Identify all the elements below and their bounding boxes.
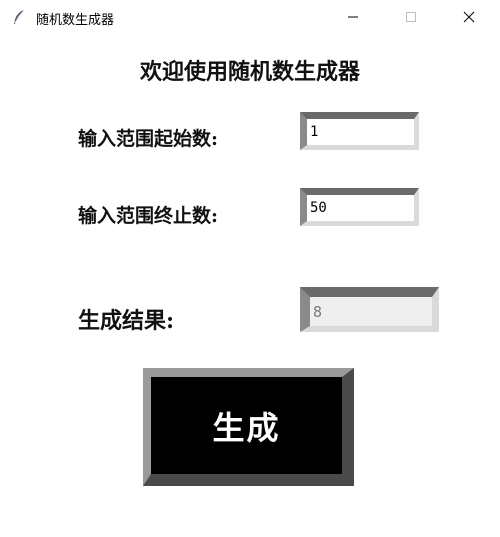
end-number-input[interactable] xyxy=(307,195,414,221)
result-label: 生成结果: xyxy=(78,308,175,334)
result-field-frame xyxy=(300,287,439,332)
close-button[interactable] xyxy=(446,0,492,34)
maximize-button[interactable] xyxy=(388,0,434,34)
page-title: 欢迎使用随机数生成器 xyxy=(139,59,360,85)
start-number-field-frame xyxy=(300,112,419,150)
start-number-input[interactable] xyxy=(307,119,414,145)
end-number-field-frame xyxy=(300,188,419,226)
end-number-label: 输入范围终止数: xyxy=(78,205,219,227)
maximize-icon xyxy=(406,12,416,22)
window-title: 随机数生成器 xyxy=(36,13,115,28)
close-icon xyxy=(463,11,475,23)
title-bar: 随机数生成器 xyxy=(0,0,500,34)
minimize-icon xyxy=(348,16,358,18)
minimize-button[interactable] xyxy=(330,0,376,34)
result-output-field[interactable] xyxy=(310,297,432,326)
generate-button-label: 生成 xyxy=(212,408,281,447)
generate-button[interactable]: 生成 xyxy=(143,368,354,486)
start-number-label: 输入范围起始数: xyxy=(78,128,219,150)
feather-icon xyxy=(12,9,26,25)
